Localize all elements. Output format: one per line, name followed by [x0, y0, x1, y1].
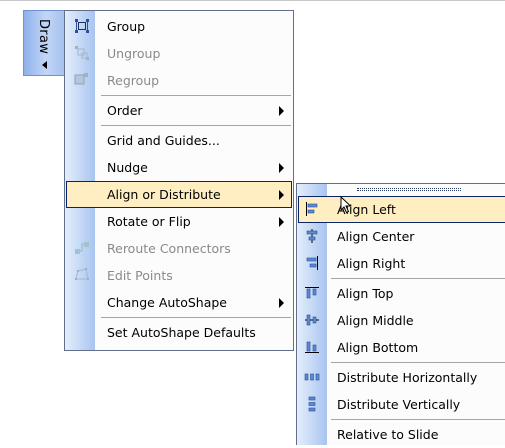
distribute-horizontally-icon: [304, 373, 320, 381]
menu-item-set-autoshape-defaults[interactable]: Set AutoShape Defaults: [66, 319, 292, 346]
submenu-item-label: Align Middle: [337, 313, 414, 328]
menu-item-align-or-distribute[interactable]: Align or Distribute: [66, 181, 292, 208]
draw-toolbar-label: Draw: [36, 19, 51, 55]
menu-item-rotate-or-flip[interactable]: Rotate or Flip: [66, 208, 292, 235]
submenu-item-align-center[interactable]: Align Center: [298, 223, 505, 250]
menu-item-label: Regroup: [107, 73, 160, 88]
menu-separator: [101, 317, 291, 318]
draw-toolbar-button[interactable]: Draw: [23, 10, 64, 76]
menu-item-group[interactable]: Group: [66, 13, 292, 40]
menu-item-label: Grid and Guides...: [107, 133, 220, 148]
menu-item-label: Edit Points: [107, 268, 173, 283]
edit-points-icon: [75, 268, 89, 280]
mouse-pointer-icon: [340, 196, 352, 214]
submenu-item-label: Align Right: [337, 256, 406, 271]
menu-item-label: Set AutoShape Defaults: [107, 325, 256, 340]
regroup-icon: [74, 73, 88, 85]
menu-item-ungroup: Ungroup: [66, 40, 292, 67]
submenu-arrow-icon: [279, 217, 284, 227]
dropdown-arrow-icon: [42, 61, 47, 69]
submenu-item-label: Distribute Vertically: [337, 397, 461, 412]
menu-item-label: Nudge: [107, 160, 148, 175]
group-icon: [75, 19, 89, 33]
menu-item-label: Rotate or Flip: [107, 214, 191, 229]
menu-item-reroute-connectors: Reroute Connectors: [66, 235, 292, 262]
menu-item-label: Ungroup: [107, 46, 161, 61]
draw-menu: Group Ungroup Regroup Order Grid and Gui…: [64, 10, 294, 351]
align-right-icon: [306, 256, 318, 270]
submenu-item-distribute-vertically[interactable]: Distribute Vertically: [298, 391, 505, 418]
menu-item-order[interactable]: Order: [66, 97, 292, 124]
menu-item-regroup: Regroup: [66, 67, 292, 94]
submenu-drag-handle[interactable]: [357, 188, 461, 189]
align-top-icon: [305, 287, 319, 299]
submenu-item-distribute-horizontally[interactable]: Distribute Horizontally: [298, 364, 505, 391]
menu-item-label: Group: [107, 19, 146, 34]
align-left-icon: [306, 202, 318, 216]
menu-item-label: Order: [107, 103, 143, 118]
submenu-item-label: Align Top: [337, 286, 394, 301]
submenu-separator: [331, 278, 505, 279]
submenu-separator: [331, 362, 505, 363]
submenu-item-align-right[interactable]: Align Right: [298, 250, 505, 277]
submenu-arrow-icon: [279, 106, 284, 116]
submenu-arrow-icon: [279, 163, 284, 173]
submenu-item-align-middle[interactable]: Align Middle: [298, 307, 505, 334]
distribute-vertically-icon: [308, 396, 316, 412]
submenu-drag-handle-line: [357, 190, 461, 191]
submenu-item-relative-to-slide[interactable]: Relative to Slide: [298, 421, 505, 448]
menu-item-label: Reroute Connectors: [107, 241, 231, 256]
menu-item-nudge[interactable]: Nudge: [66, 154, 292, 181]
submenu-item-label: Align Center: [337, 229, 415, 244]
align-center-icon: [306, 229, 318, 243]
align-distribute-submenu: Align Left Align Center Align Right Alig…: [296, 183, 505, 445]
ungroup-icon: [75, 46, 89, 60]
menu-item-edit-points: Edit Points: [66, 262, 292, 289]
menu-separator: [101, 125, 291, 126]
align-bottom-icon: [305, 341, 319, 353]
reroute-connectors-icon: [75, 242, 89, 254]
menu-item-change-autoshape[interactable]: Change AutoShape: [66, 289, 292, 316]
submenu-item-label: Align Bottom: [337, 340, 419, 355]
submenu-arrow-icon: [279, 190, 284, 200]
window-top-rule: [0, 0, 505, 1]
menu-item-grid-and-guides[interactable]: Grid and Guides...: [66, 127, 292, 154]
menu-item-label: Align or Distribute: [107, 187, 221, 202]
submenu-item-align-bottom[interactable]: Align Bottom: [298, 334, 505, 361]
submenu-item-align-top[interactable]: Align Top: [298, 280, 505, 307]
submenu-item-align-left[interactable]: Align Left: [298, 196, 505, 223]
submenu-separator: [331, 419, 505, 420]
submenu-item-label: Relative to Slide: [337, 427, 439, 442]
submenu-item-label: Distribute Horizontally: [337, 370, 478, 385]
menu-separator: [101, 95, 291, 96]
submenu-arrow-icon: [279, 298, 284, 308]
align-middle-icon: [305, 314, 319, 326]
menu-item-label: Change AutoShape: [107, 295, 227, 310]
